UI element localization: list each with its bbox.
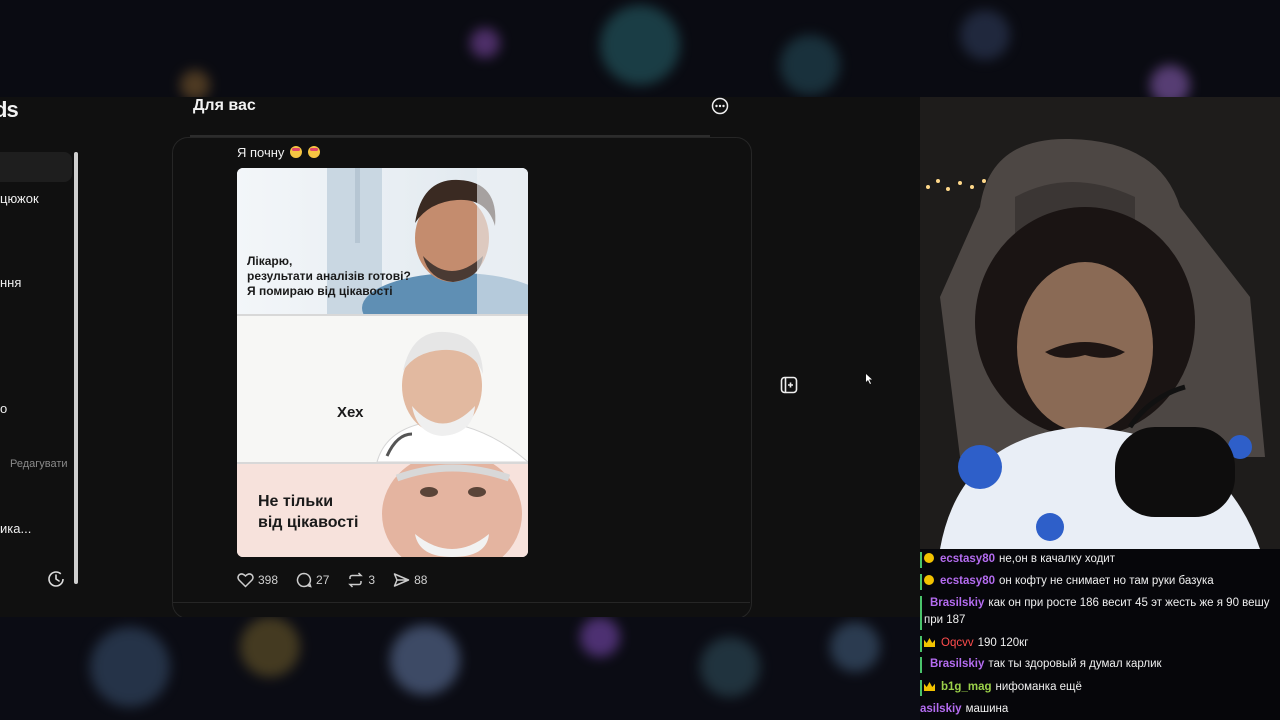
caption-line: Не тільки (258, 493, 334, 510)
chat-text: нифоманка ещё (995, 681, 1082, 693)
post-actions: 398 27 3 88 (237, 571, 445, 589)
like-button[interactable]: 398 (237, 571, 278, 589)
sidebar-item-2[interactable]: ння (0, 275, 21, 290)
chat-text: он кофту не снимает но там руки базука (999, 575, 1214, 587)
caption-line: Я помираю від цікавості (247, 284, 393, 298)
repost-button[interactable]: 3 (347, 571, 375, 589)
chat-highlight-bar (920, 596, 922, 630)
more-options-icon[interactable] (711, 97, 729, 115)
comment-count: 27 (316, 573, 330, 587)
chat-username[interactable]: Brasilskiy (930, 658, 984, 670)
chat-message: b1g_mag нифоманка ещё (924, 679, 1082, 695)
meme-caption-2: Хех (337, 404, 364, 421)
sidebar-item-3[interactable]: о (0, 401, 7, 416)
crown-badge-icon (924, 638, 935, 647)
stream-chat: ecstasy80 не,он в качалку ходит ecstasy80… (920, 549, 1280, 720)
crown-badge-icon (924, 682, 935, 691)
post-text: Я почну (237, 145, 320, 160)
chat-message: Brasilskiy как он при росте 186 весит 45 … (930, 595, 1275, 611)
chat-text: не,он в качалку ходит (999, 553, 1115, 565)
doctor-photo (376, 331, 528, 462)
card-divider (172, 602, 750, 603)
chat-message: ecstasy80 он кофту не снимает но там руки… (924, 573, 1214, 589)
chat-text: так ты здоровый я думал карлик (988, 658, 1162, 670)
repost-icon (348, 572, 364, 588)
feed-title[interactable]: Для вас (193, 97, 256, 115)
like-count: 398 (258, 573, 279, 587)
sidebar-active-highlight (0, 152, 72, 182)
chat-highlight-bar (920, 552, 922, 568)
repost-count: 3 (368, 573, 376, 587)
chat-username[interactable]: Brasilskiy (930, 597, 984, 609)
meme-panel-doctor: Хех (237, 316, 528, 462)
comment-icon (296, 572, 312, 588)
chat-text: машина (965, 703, 1009, 715)
meme-panel-patient: Лікарю, результати аналізів готові? Я по… (237, 168, 528, 314)
chat-text: 190 120кг (977, 637, 1029, 649)
sidebar: цюжок ння о Редагувати ика... (0, 149, 80, 589)
caption-line: від цікавості (258, 513, 359, 531)
stream-background-top (0, 0, 1280, 105)
sidebar-item-4[interactable]: ика... (0, 521, 31, 536)
new-post-icon[interactable] (780, 376, 798, 394)
comment-button[interactable]: 27 (296, 571, 329, 589)
sidebar-scrollbar-thumb[interactable] (74, 152, 78, 584)
chat-message-continued: при 187 (924, 614, 966, 626)
meme-caption-3: Не тільки від цікавості (258, 492, 358, 534)
meme-panel-closeup: Не тільки від цікавості (237, 464, 528, 557)
chat-username[interactable]: ecstasy80 (940, 575, 995, 587)
chat-message: ecstasy80 не,он в качалку ходит (924, 551, 1115, 567)
chat-highlight-bar (920, 574, 922, 590)
caption-line: Лікарю, (247, 254, 293, 268)
coin-badge-icon (924, 553, 934, 563)
streamer-webcam (920, 97, 1280, 549)
threads-app-window: ds цюжок ння о Редагувати ика... Для вас… (0, 97, 920, 617)
meme-image[interactable]: Лікарю, результати аналізів готові? Я по… (237, 168, 528, 557)
coin-badge-icon (924, 575, 934, 585)
chat-message: Oqcvv 190 120кг (924, 635, 1028, 651)
heart-eyes-emoji-icon (290, 146, 303, 158)
share-count: 88 (414, 573, 428, 587)
webcam-feed (920, 97, 1280, 549)
meme-caption-1: Лікарю, результати аналізів готові? Я по… (247, 254, 411, 299)
history-clock-icon[interactable] (47, 570, 65, 588)
chat-message: asilskiy машина (920, 701, 1008, 717)
chat-highlight-bar (920, 680, 922, 696)
sidebar-edit-link[interactable]: Редагувати (10, 458, 68, 470)
heart-icon (237, 573, 254, 588)
mouse-cursor-icon (866, 374, 872, 384)
chat-highlight-bar (920, 657, 922, 673)
chat-message: Brasilskiy так ты здоровый я думал карлик (930, 656, 1162, 672)
stream-background-bottom (0, 617, 920, 720)
post-text-label: Я почну (237, 145, 285, 160)
chat-username[interactable]: b1g_mag (941, 681, 992, 693)
threads-logo[interactable]: ds (0, 97, 19, 123)
chat-username[interactable]: Oqcvv (941, 637, 974, 649)
chat-username[interactable]: ecstasy80 (940, 553, 995, 565)
sidebar-item-1[interactable]: цюжок (0, 191, 39, 206)
chat-highlight-bar (920, 636, 922, 652)
share-button[interactable]: 88 (393, 571, 427, 589)
previous-post-edge (190, 135, 710, 137)
chat-text: как он при росте 186 весит 45 эт жесть ж… (988, 597, 1270, 609)
send-icon (393, 573, 410, 587)
grin-emoji-icon (307, 146, 320, 158)
chat-username[interactable]: asilskiy (920, 703, 962, 715)
caption-line: результати аналізів готові? (247, 269, 411, 283)
